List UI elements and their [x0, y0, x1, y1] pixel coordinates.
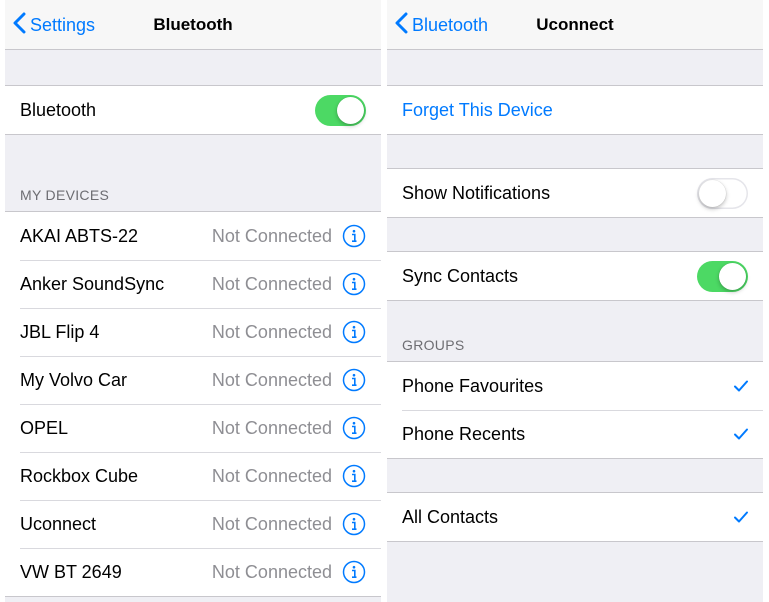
device-status: Not Connected: [211, 465, 332, 486]
device-status: Not Connected: [211, 417, 332, 438]
toggle-knob: [699, 179, 726, 207]
my-devices-header: MY DEVICES: [20, 187, 110, 203]
device-status: Not Connected: [211, 225, 332, 246]
chevron-left-icon: [395, 12, 412, 39]
show-notifications-group: Show Notifications: [387, 168, 763, 218]
back-button-label: Settings: [30, 14, 96, 35]
device-status: Not Connected: [211, 513, 332, 534]
info-circle-icon[interactable]: [342, 224, 366, 248]
bluetooth-toggle-group: Bluetooth: [5, 85, 381, 135]
checkmark-icon: [733, 509, 749, 525]
back-button-settings[interactable]: Settings: [13, 0, 95, 50]
device-row[interactable]: Rockbox Cube Not Connected: [5, 452, 381, 500]
group-label: Phone Recents: [402, 423, 526, 444]
groups-list: Phone Favourites Phone Recents: [387, 361, 763, 459]
all-contacts-group: All Contacts: [387, 492, 763, 542]
info-circle-icon[interactable]: [342, 512, 366, 536]
forget-device-button[interactable]: Forget This Device: [387, 86, 763, 134]
forget-device-label: Forget This Device: [402, 99, 553, 120]
device-name: AKAI ABTS-22: [20, 225, 139, 246]
show-notifications-label: Show Notifications: [402, 182, 551, 203]
device-row[interactable]: AKAI ABTS-22 Not Connected: [5, 212, 381, 260]
uconnect-device-screen: Bluetooth Uconnect Forget This Device Sh…: [387, 0, 763, 602]
device-row[interactable]: My Volvo Car Not Connected: [5, 356, 381, 404]
sync-contacts-label: Sync Contacts: [402, 265, 519, 286]
device-row[interactable]: Anker SoundSync Not Connected: [5, 260, 381, 308]
bluetooth-row: Bluetooth: [5, 86, 381, 134]
info-circle-icon[interactable]: [342, 368, 366, 392]
device-row[interactable]: VW BT 2649 Not Connected: [5, 548, 381, 596]
device-row[interactable]: Uconnect Not Connected: [5, 500, 381, 548]
groups-header: GROUPS: [402, 337, 465, 353]
navigation-bar: Bluetooth Uconnect: [387, 0, 763, 50]
back-button-label: Bluetooth: [412, 14, 489, 35]
navigation-bar: Settings Bluetooth: [5, 0, 381, 50]
device-status: Not Connected: [211, 273, 332, 294]
sync-contacts-group: Sync Contacts: [387, 251, 763, 301]
device-name: Uconnect: [20, 513, 97, 534]
toggle-knob: [337, 96, 364, 124]
sync-contacts-toggle[interactable]: [697, 260, 748, 292]
sync-contacts-row: Sync Contacts: [387, 252, 763, 300]
toggle-knob: [719, 262, 746, 290]
info-circle-icon[interactable]: [342, 416, 366, 440]
device-name: JBL Flip 4: [20, 321, 100, 342]
device-list: AKAI ABTS-22 Not Connected Anker SoundSync…: [5, 211, 381, 597]
device-name: Anker SoundSync: [20, 273, 165, 294]
device-status: Not Connected: [211, 369, 332, 390]
show-notifications-toggle[interactable]: [697, 177, 748, 209]
device-name: OPEL: [20, 417, 69, 438]
checkmark-icon: [733, 426, 749, 442]
device-status: Not Connected: [211, 321, 332, 342]
device-row[interactable]: JBL Flip 4 Not Connected: [5, 308, 381, 356]
bluetooth-toggle[interactable]: [315, 94, 366, 126]
chevron-left-icon: [13, 12, 30, 39]
info-circle-icon[interactable]: [342, 560, 366, 584]
bluetooth-label: Bluetooth: [20, 99, 97, 120]
group-label: Phone Favourites: [402, 375, 544, 396]
device-status: Not Connected: [211, 561, 332, 582]
bluetooth-settings-screen: Settings Bluetooth Bluetooth MY DEVICES …: [5, 0, 381, 602]
back-button-bluetooth[interactable]: Bluetooth: [395, 0, 488, 50]
show-notifications-row: Show Notifications: [387, 169, 763, 217]
checkmark-icon: [733, 378, 749, 394]
forget-device-group: Forget This Device: [387, 85, 763, 135]
device-name: My Volvo Car: [20, 369, 128, 390]
group-row-phone-recents[interactable]: Phone Recents: [387, 410, 763, 458]
info-circle-icon[interactable]: [342, 464, 366, 488]
info-circle-icon[interactable]: [342, 272, 366, 296]
device-name: VW BT 2649: [20, 561, 122, 582]
info-circle-icon[interactable]: [342, 320, 366, 344]
all-contacts-label: All Contacts: [402, 506, 499, 527]
group-row-phone-favourites[interactable]: Phone Favourites: [387, 362, 763, 410]
device-row[interactable]: OPEL Not Connected: [5, 404, 381, 452]
all-contacts-row[interactable]: All Contacts: [387, 493, 763, 541]
device-name: Rockbox Cube: [20, 465, 139, 486]
